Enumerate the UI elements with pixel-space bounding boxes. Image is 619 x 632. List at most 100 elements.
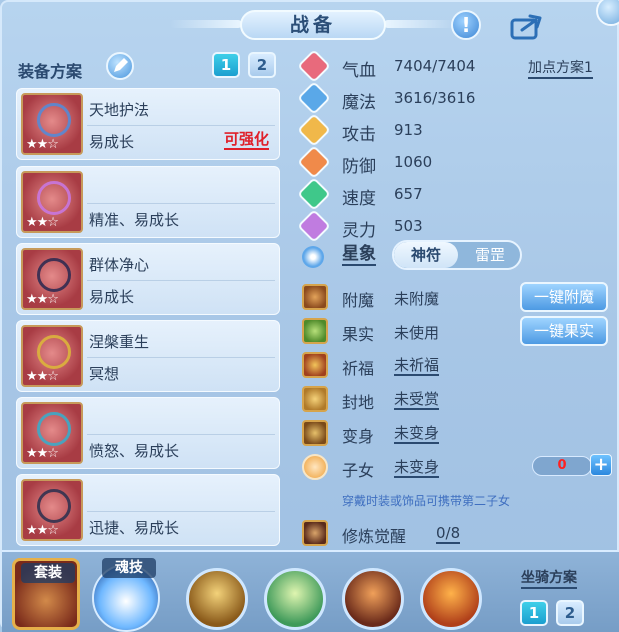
equipment-attribute: 易成长 [89,288,135,306]
one-click-enchant-button[interactable]: 一键附魔 [520,282,608,312]
equipment-icon: ★★☆ [21,171,83,233]
stats-panel: 气血 7404/7404 加点方案1 魔法 3616/3616 攻击 913 防… [292,46,618,546]
stat-row-mp: 魔法 3616/3616 [297,81,608,115]
func-label: 果实 [342,325,375,344]
star-sign-toggle[interactable]: 神符 雷罡 [392,240,522,270]
transform-icon [302,420,328,446]
cultivation-icon [302,520,328,546]
soul-skill-tab[interactable]: 魂技 [92,558,160,632]
enchant-icon [302,284,328,310]
stat-label: 气血 [342,61,376,81]
equipment-panel: 装备方案 1 2 ★★☆ 天地护法 易成长 可强化 ★★☆ 精准、易成长 ★★☆… [8,46,288,546]
window-frame: 战备 ! 装备方案 1 2 ★★☆ 天地护法 易成长 可强化 ★★☆ 精准、易成… [0,0,619,632]
toggle-option-shenfu[interactable]: 神符 [394,242,458,268]
mount-slot-3[interactable] [342,568,404,630]
suit-tab-label: 套装 [21,563,75,583]
mount-slot-1[interactable] [186,568,248,630]
mount-slot-2[interactable] [264,568,326,630]
suit-tab[interactable]: 套装 [12,558,80,630]
toggle-option-leigang[interactable]: 雷罡 [458,242,520,268]
stat-label: 魔法 [342,93,376,113]
sword-icon [297,113,331,147]
star-sign-label[interactable]: 星象 [342,244,376,266]
upgrade-link[interactable]: 可强化 [223,131,269,150]
cultivation-progress[interactable]: 0/8 [436,524,461,544]
equipment-icon: ★★☆ [21,93,83,155]
fruit-icon [302,318,328,344]
equipment-card-5[interactable]: ★★☆ 愤怒、易成长 [16,397,280,469]
equipment-card-1[interactable]: ★★☆ 天地护法 易成长 可强化 [16,88,280,160]
equipment-name: 涅槃重生 [89,333,150,351]
speed-icon [297,177,331,211]
equipment-attribute: 易成长 [89,133,135,151]
func-label: 子女 [342,461,375,480]
equipment-attribute: 冥想 [89,365,120,383]
child-icon [302,454,328,480]
alert-icon[interactable]: ! [451,10,481,40]
transform-row: 变身 未变身 [298,418,614,448]
share-icon[interactable] [510,12,544,40]
equipment-name: 天地护法 [89,101,150,119]
child-count: 0 [532,456,592,476]
mount-plan-2-button[interactable]: 2 [556,600,584,626]
equipment-icon: ★★☆ [21,325,83,387]
stat-label: 攻击 [342,125,376,145]
spirit-icon [297,209,331,243]
equipment-icon: ★★☆ [21,248,83,310]
close-icon[interactable] [596,0,619,26]
equipment-card-4[interactable]: ★★☆ 涅槃重生 冥想 [16,320,280,392]
func-value[interactable]: 未变身 [394,424,440,444]
stat-value: 3616/3616 [394,89,476,107]
func-label: 修炼觉醒 [342,527,407,546]
child-hint-text: 穿戴时装或饰品可携带第二子女 [342,494,511,508]
stat-label: 速度 [342,189,376,209]
func-label: 附魔 [342,291,375,310]
func-value[interactable]: 未变身 [394,458,440,478]
equipment-plan-1-button[interactable]: 1 [212,52,240,78]
shield-icon [297,145,331,179]
blessing-row: 祈福 未祈福 [298,350,614,380]
fief-icon [302,386,328,412]
equipment-card-6[interactable]: ★★☆ 迅捷、易成长 [16,474,280,546]
func-value[interactable]: 未祈福 [394,356,440,376]
cultivation-row: 修炼觉醒 0/8 [298,518,614,548]
func-value: 未使用 [394,324,440,342]
equipment-card-3[interactable]: ★★☆ 群体净心 易成长 [16,243,280,315]
func-label: 变身 [342,427,375,446]
attribute-plan-link[interactable]: 加点方案1 [528,60,593,79]
equipment-icon: ★★☆ [21,402,83,464]
func-label: 祈福 [342,359,375,378]
title-wing-right [384,20,456,28]
edit-plan-icon[interactable] [106,52,134,80]
equipment-icon: ★★☆ [21,479,83,541]
star-sign-icon [302,246,324,268]
mount-plan-label: 坐骑方案 [521,570,577,589]
stat-row-hp: 气血 7404/7404 加点方案1 [297,49,608,83]
heart-icon [297,49,331,83]
equipment-card-2[interactable]: ★★☆ 精准、易成长 [16,166,280,238]
func-value[interactable]: 未受赏 [394,390,440,410]
stat-row-spirit: 灵力 503 [297,209,608,243]
stat-row-attack: 攻击 913 [297,113,608,147]
add-child-button[interactable]: + [590,454,612,476]
fruit-row: 果实 未使用 一键果实 [298,316,614,346]
bottom-bar: 套装 魂技 坐骑方案 1 2 [2,550,619,632]
equipment-plan-2-button[interactable]: 2 [248,52,276,78]
stat-value: 913 [394,121,423,139]
equipment-attribute: 愤怒、易成长 [89,442,180,460]
stat-row-speed: 速度 657 [297,177,608,211]
window-title: 战备 [240,10,386,40]
mount-plan-1-button[interactable]: 1 [520,600,548,626]
stat-label: 防御 [342,157,376,177]
soul-skill-tab-label: 魂技 [102,558,156,578]
enchant-row: 附魔 未附魔 一键附魔 [298,282,614,312]
equipment-attribute: 迅捷、易成长 [89,519,180,537]
mana-icon [297,81,331,115]
func-label: 封地 [342,393,375,412]
child-row: 子女 未变身 0 + [298,452,614,482]
title-wing-left [170,20,242,28]
one-click-fruit-button[interactable]: 一键果实 [520,316,608,346]
mount-slot-4[interactable] [420,568,482,630]
equipment-name: 群体净心 [89,256,150,274]
equipment-attribute: 精准、易成长 [89,211,180,229]
